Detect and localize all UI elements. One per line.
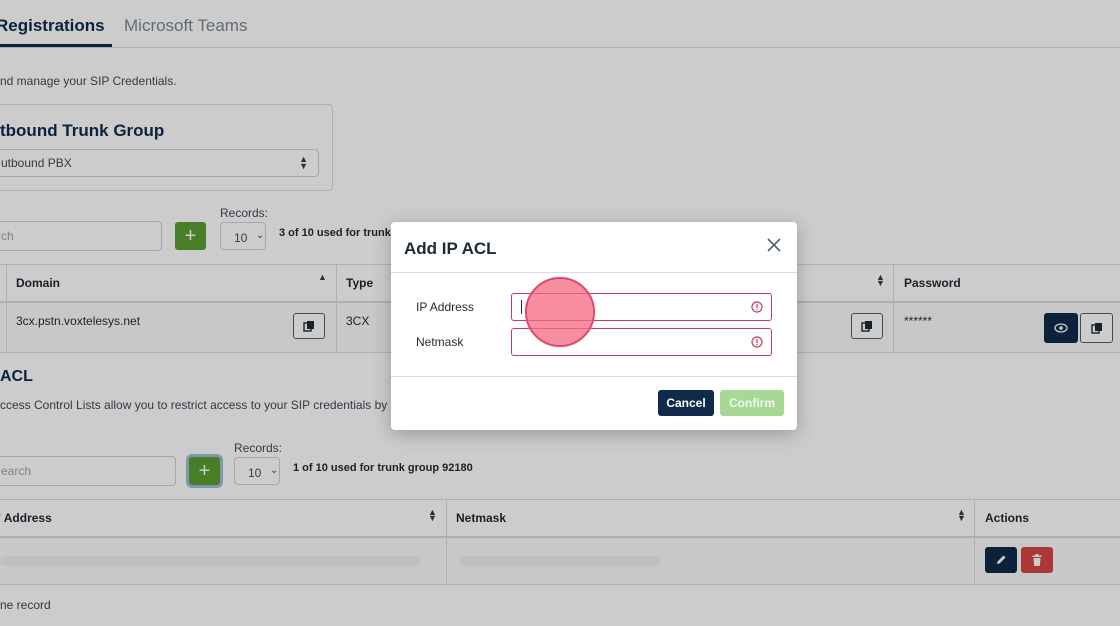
netmask-label: Netmask [416, 335, 464, 349]
close-icon [767, 238, 781, 252]
alert-circle-icon [751, 336, 763, 348]
modal-divider [391, 376, 797, 377]
close-button[interactable] [765, 236, 783, 254]
cancel-button[interactable]: Cancel [658, 390, 714, 416]
add-ip-acl-modal: Add IP ACL IP Address Netmask Cancel Con… [391, 222, 797, 430]
modal-divider [391, 272, 797, 273]
click-indicator [525, 277, 595, 347]
ip-address-label: IP Address [416, 300, 474, 314]
alert-circle-icon [751, 301, 763, 313]
modal-title: Add IP ACL [404, 239, 497, 258]
page: Registrations Microsoft Teams nd manage … [0, 0, 1120, 626]
text-caret [521, 300, 522, 314]
confirm-button[interactable]: Confirm [720, 390, 784, 416]
